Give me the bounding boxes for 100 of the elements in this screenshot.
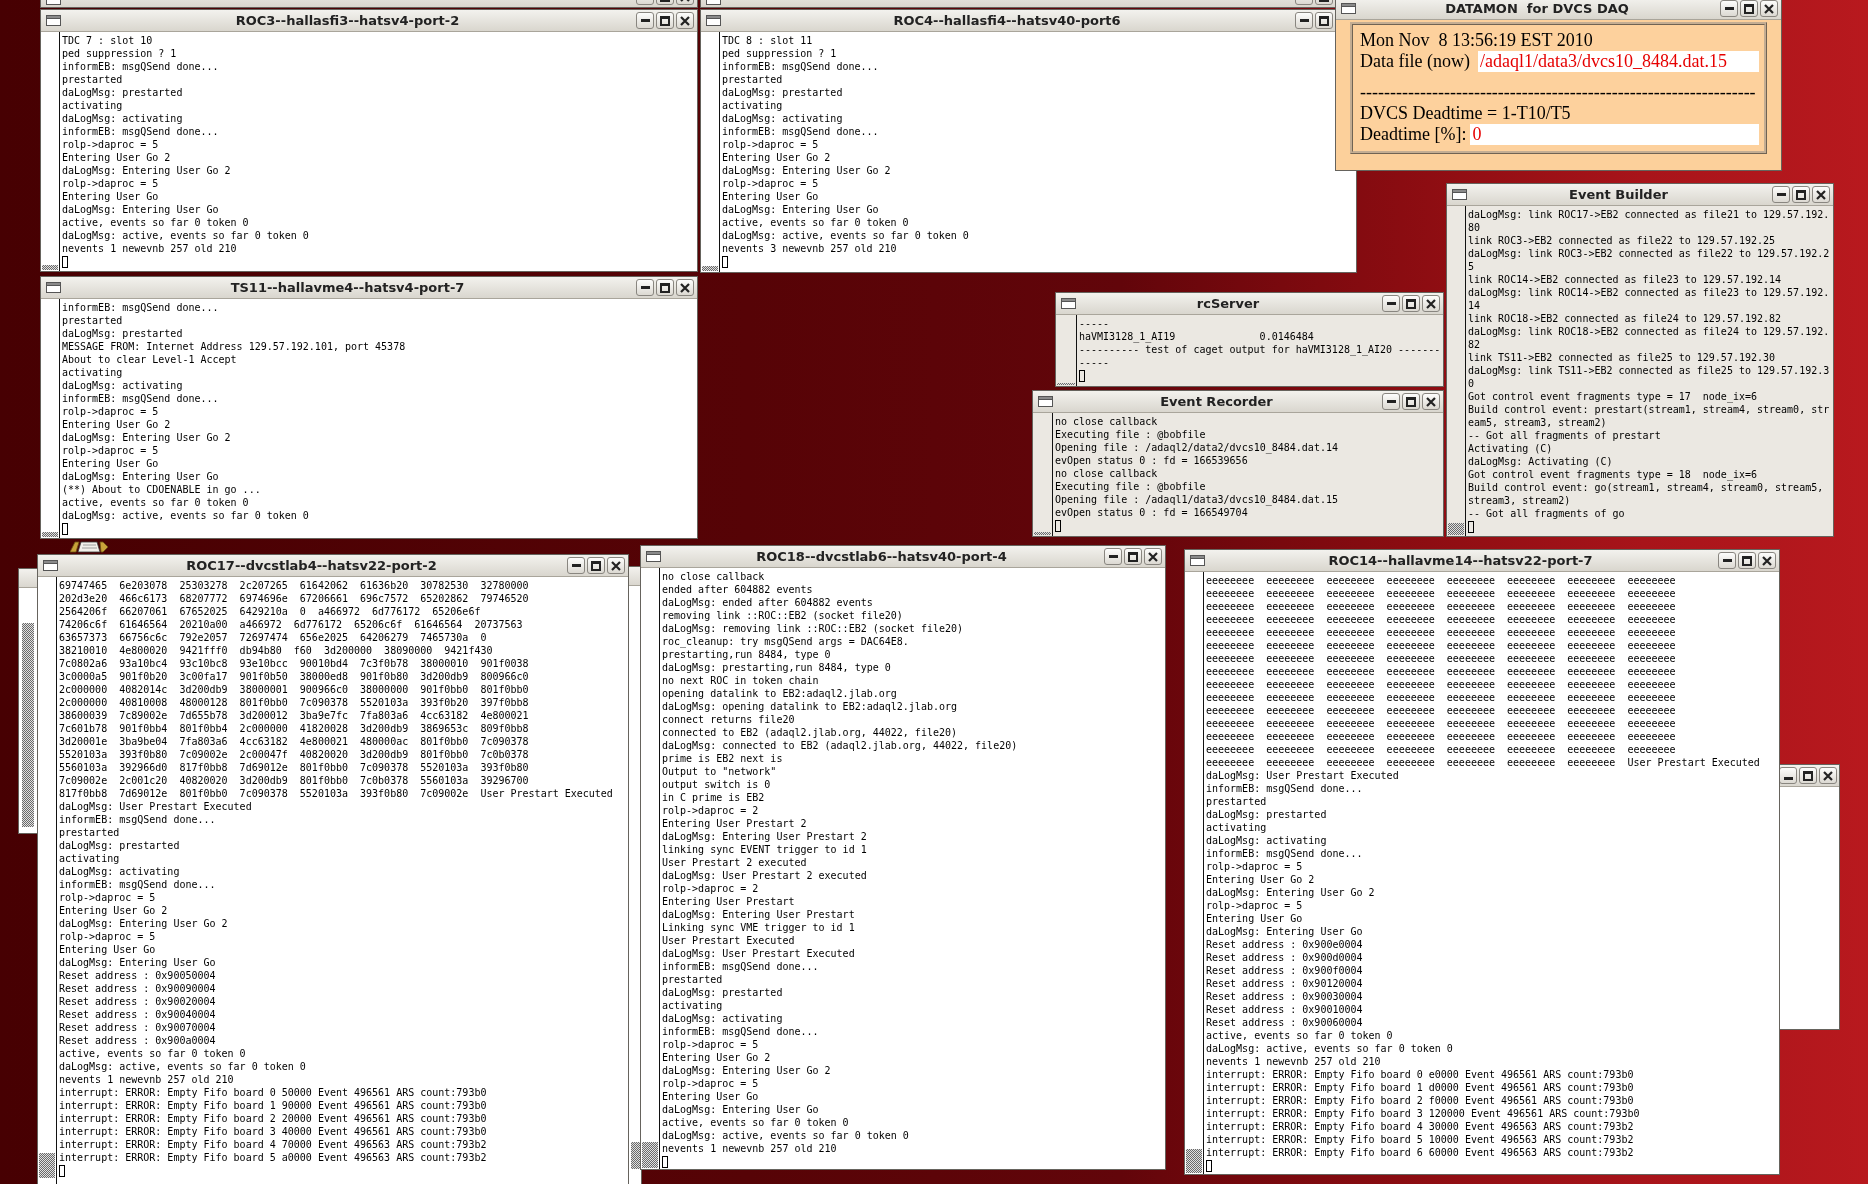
close-button[interactable] <box>1422 295 1440 312</box>
scrollbar-thumb[interactable] <box>1448 523 1464 535</box>
terminal-line: Build control event: go(stream1, stream4, stream0, stream5, <box>1468 481 1824 494</box>
terminal-line: daLogMsg: activating <box>62 112 183 125</box>
close-button[interactable] <box>1760 0 1778 17</box>
window-title: TS11--hallavme4--hatsv4-port-7 <box>229 279 466 296</box>
window-title: Event Recorder <box>1159 393 1274 410</box>
terminal-line: output switch is 0 <box>662 778 771 791</box>
scrollbar-thumb[interactable] <box>42 265 58 270</box>
scrollbar-thumb[interactable] <box>39 1153 55 1178</box>
minimize-button[interactable] <box>636 12 654 29</box>
scrollbar-thumb[interactable] <box>702 266 718 271</box>
terminal-line: informEB: msgQSend done... <box>722 125 879 138</box>
minimize-icon <box>640 286 650 289</box>
scrollbar-thumb[interactable] <box>1186 1149 1202 1173</box>
minimize-button[interactable] <box>1720 0 1738 17</box>
terminal-line: daLogMsg: activating <box>722 112 843 125</box>
minimize-button[interactable] <box>1104 548 1122 565</box>
window-title: rcServer <box>1195 295 1261 312</box>
scrollbar-thumb[interactable] <box>631 1142 641 1169</box>
close-button[interactable] <box>1144 548 1162 565</box>
scrollbar-thumb[interactable] <box>1057 383 1075 385</box>
terminal-line: ----- <box>1079 356 1110 369</box>
maximize-button[interactable] <box>1740 0 1758 17</box>
maximize-button[interactable] <box>1738 552 1756 569</box>
maximize-button[interactable] <box>1402 295 1420 312</box>
window-icon <box>1061 298 1076 309</box>
maximize-button[interactable] <box>1799 767 1817 784</box>
minimize-button[interactable] <box>1772 186 1790 203</box>
terminal-line: removing link ::ROC::EB2 (socket file20) <box>662 609 903 622</box>
terminal-line: Opening file : /adaql2/data2/dvcs10_8484.dat.14 <box>1055 441 1338 454</box>
scrollbar-thumb[interactable] <box>42 532 58 537</box>
terminal-line: Executing file : @bobfile <box>1055 480 1206 493</box>
minimize-button[interactable] <box>567 557 585 574</box>
maximize-button[interactable] <box>656 12 674 29</box>
terminal-line: Entering User Go <box>62 190 159 203</box>
scrollbar-thumb[interactable] <box>1034 532 1051 535</box>
minimize-button[interactable] <box>1382 295 1400 312</box>
maximize-button[interactable] <box>587 557 605 574</box>
terminal-line: evOpen status 0 : fd = 166539656 <box>1055 454 1248 467</box>
minimize-button[interactable] <box>1295 12 1313 29</box>
maximize-icon <box>1128 551 1138 562</box>
terminal-line: nevents 1 newevnb 257 old 210 <box>662 1142 837 1155</box>
maximize-button[interactable] <box>1402 393 1420 410</box>
minimize-icon <box>1776 193 1786 196</box>
terminal-line: daLogMsg: activating <box>59 865 180 878</box>
close-button[interactable] <box>676 279 694 296</box>
close-button[interactable] <box>1758 552 1776 569</box>
terminal-line: eeeeeeee eeeeeeee eeeeeeee eeeeeeee eeeeeeee eeeeeeee eeeeeeee eeeeeeee <box>1206 717 1676 730</box>
terminal-line: activating <box>62 366 123 379</box>
cursor-icon <box>62 523 68 535</box>
terminal-line: Entering User Go 2 <box>62 418 171 431</box>
terminal-line: active, events so far 0 token 0 <box>62 496 249 509</box>
terminal-line: daLogMsg: link ROC17->EB2 connected as file21 to 129.57.192. <box>1468 208 1830 221</box>
maximize-button[interactable] <box>656 279 674 296</box>
close-button[interactable] <box>1819 767 1837 784</box>
terminal-line: opening datalink to EB2:adaql2.jlab.org <box>662 687 897 700</box>
maximize-button[interactable] <box>1315 12 1333 29</box>
maximize-button[interactable] <box>1792 186 1810 203</box>
close-icon <box>1823 770 1833 781</box>
terminal-line: Reset address : 0x900f0004 <box>1206 964 1363 977</box>
terminal-line: Reset address : 0x900d0004 <box>1206 951 1363 964</box>
terminal-line: prestarting,run 8484, type 0 <box>662 648 831 661</box>
window-title: ROC18--dvcstlab6--hatsv40-port-4 <box>755 548 1008 565</box>
close-button[interactable] <box>607 557 625 574</box>
window-icon <box>46 282 61 293</box>
terminal-line: rolp->daproc = 5 <box>722 138 819 151</box>
scrollbar-thumb[interactable] <box>642 1142 658 1168</box>
maximize-icon <box>1796 189 1806 200</box>
close-icon <box>611 560 621 571</box>
terminal-line: 69747465 6e203078 25303278 2c207265 61642062 61636b20 30782530 32780000 <box>59 579 529 592</box>
window-icon <box>646 551 661 562</box>
terminal-line: Entering User Go <box>722 190 819 203</box>
close-icon <box>1426 396 1436 407</box>
scrollbar-thumb[interactable] <box>22 623 34 827</box>
maximize-button[interactable] <box>1124 548 1142 565</box>
terminal-line: interrupt: ERROR: Empty Fifo board 5 a0000 Event 496563 ARS count:793b2 <box>59 1151 487 1164</box>
terminal-line: eeeeeeee eeeeeeee eeeeeeee eeeeeeee eeeeeeee eeeeeeee eeeeeeee eeeeeeee <box>1206 600 1676 613</box>
terminal-line: Entering User Go 2 <box>722 151 831 164</box>
minimize-button[interactable] <box>1382 393 1400 410</box>
terminal-line: informEB: msgQSend done... <box>1206 847 1363 860</box>
terminal-line: interrupt: ERROR: Empty Fifo board 4 70000 Event 496563 ARS count:793b2 <box>59 1138 487 1151</box>
terminal-line: nevents 1 newevnb 257 old 210 <box>1206 1055 1381 1068</box>
close-button[interactable] <box>1422 393 1440 410</box>
terminal-line: interrupt: ERROR: Empty Fifo board 4 30000 Event 496563 ARS count:793b2 <box>1206 1120 1634 1133</box>
terminal-line: daLogMsg: User Prestart Executed <box>1206 769 1399 782</box>
close-button[interactable] <box>1812 186 1830 203</box>
terminal-line: 7c09002e 2c001c20 40820020 3d200db9 801f0bb0 7c0b0378 5560103a 39296700 <box>59 774 529 787</box>
minimize-button[interactable] <box>636 279 654 296</box>
terminal-line: activating <box>1206 821 1267 834</box>
minimize-icon <box>1722 559 1732 562</box>
terminal-line: daLogMsg: removing link ::ROC::EB2 (socket file20) <box>662 622 964 635</box>
minimize-button[interactable] <box>1718 552 1736 569</box>
terminal-line: Reset address : 0x90010004 <box>1206 1003 1363 1016</box>
terminal-line: rolp->daproc = 5 <box>62 405 159 418</box>
close-button[interactable] <box>676 12 694 29</box>
terminal-line: haVMI3128_1_AI19 0.0146484 <box>1079 330 1314 343</box>
terminal-line: daLogMsg: active, events so far 0 token 0 <box>62 509 309 522</box>
terminal-line: no next ROC in token chain <box>662 674 819 687</box>
terminal-line: nevents 1 newevnb 257 old 210 <box>59 1073 234 1086</box>
